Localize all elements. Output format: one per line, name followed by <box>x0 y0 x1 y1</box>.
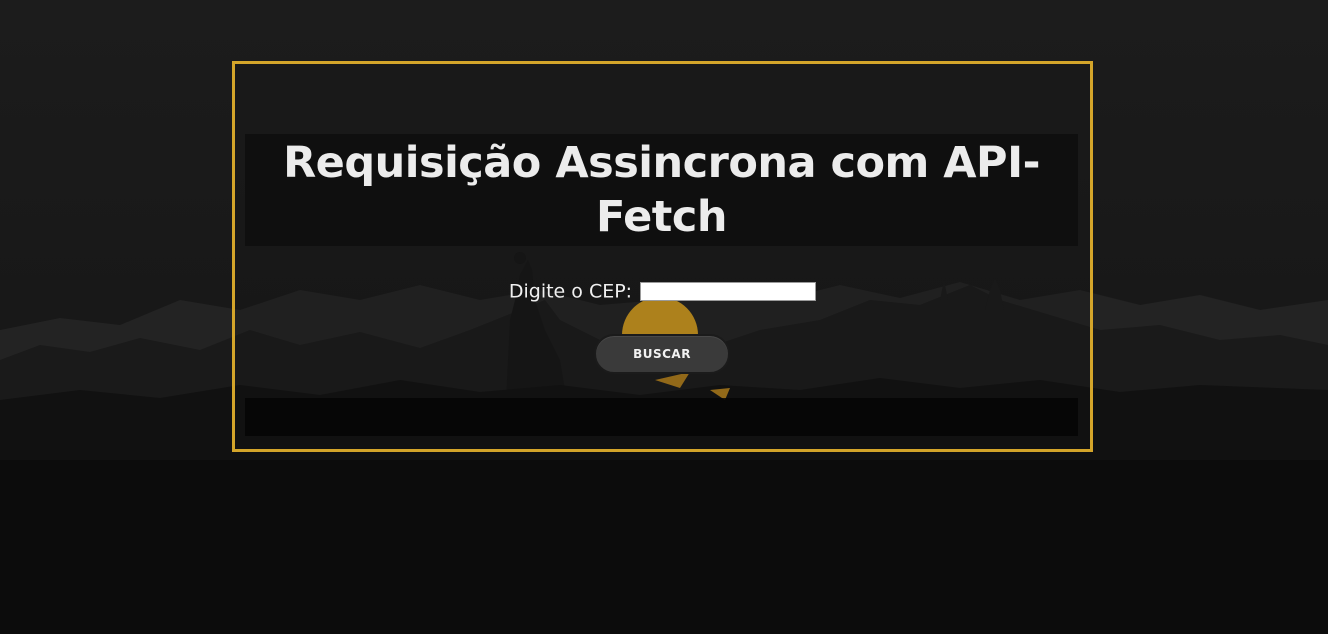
cep-search-panel: Requisição Assincrona com API-Fetch Digi… <box>232 61 1093 452</box>
cep-form-row: Digite o CEP: <box>235 280 1090 303</box>
search-button[interactable]: BUSCAR <box>594 334 730 374</box>
result-output <box>245 398 1078 436</box>
cep-label: Digite o CEP: <box>508 280 633 303</box>
page-title: Requisição Assincrona com API-Fetch <box>283 138 1040 242</box>
cep-input[interactable] <box>640 282 817 301</box>
